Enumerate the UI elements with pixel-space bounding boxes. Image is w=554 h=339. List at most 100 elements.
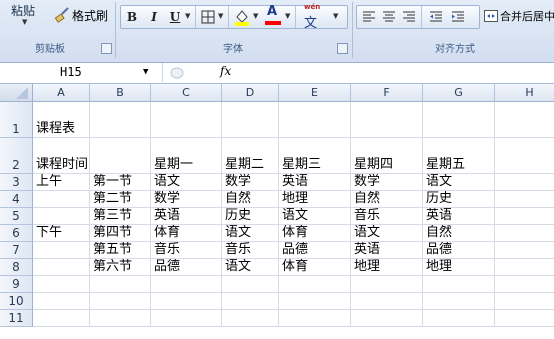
paste-button[interactable]: 粘贴 xyxy=(11,2,35,19)
cell-D9[interactable] xyxy=(222,276,279,293)
cell-B3[interactable]: 第一节 xyxy=(90,174,151,191)
cell-A3[interactable]: 上午 xyxy=(33,174,90,191)
column-header-C[interactable]: C xyxy=(151,84,222,102)
cell-E6[interactable]: 体育 xyxy=(279,225,351,242)
column-header-H[interactable]: H xyxy=(495,84,554,102)
cell-H3[interactable] xyxy=(495,174,554,191)
cell-F9[interactable] xyxy=(351,276,423,293)
cell-G9[interactable] xyxy=(423,276,495,293)
cell-B10[interactable] xyxy=(90,293,151,310)
align-center-icon[interactable] xyxy=(382,10,396,24)
column-header-A[interactable]: A xyxy=(33,84,90,102)
cell-D6[interactable]: 语文 xyxy=(222,225,279,242)
insert-function-button[interactable]: fx xyxy=(220,64,231,78)
row-header-6[interactable]: 6 xyxy=(0,225,33,242)
cell-H10[interactable] xyxy=(495,293,554,310)
row-header-2[interactable]: 2 xyxy=(0,138,33,174)
cell-A2[interactable]: 课程时间 xyxy=(33,138,90,174)
column-header-G[interactable]: G xyxy=(423,84,495,102)
cell-E3[interactable]: 英语 xyxy=(279,174,351,191)
paste-dropdown-icon[interactable]: ▼ xyxy=(22,18,27,26)
align-left-icon[interactable] xyxy=(362,10,376,24)
cell-C6[interactable]: 体育 xyxy=(151,225,222,242)
cell-H5[interactable] xyxy=(495,208,554,225)
cell-B8[interactable]: 第六节 xyxy=(90,259,151,276)
cell-G10[interactable] xyxy=(423,293,495,310)
cell-E1[interactable] xyxy=(279,102,351,138)
cell-G11[interactable] xyxy=(423,310,495,327)
cell-A11[interactable] xyxy=(33,310,90,327)
decrease-indent-icon[interactable] xyxy=(429,10,443,24)
formula-input[interactable] xyxy=(240,63,554,82)
font-dialog-launcher-icon[interactable] xyxy=(337,43,348,54)
bold-button[interactable]: B xyxy=(123,6,141,28)
cell-B5[interactable]: 第三节 xyxy=(90,208,151,225)
name-box[interactable]: H15 ▼ xyxy=(0,63,163,82)
cell-E4[interactable]: 地理 xyxy=(279,191,351,208)
cell-D10[interactable] xyxy=(222,293,279,310)
cell-C3[interactable]: 语文 xyxy=(151,174,222,191)
cell-D2[interactable]: 星期二 xyxy=(222,138,279,174)
cell-G1[interactable] xyxy=(423,102,495,138)
cell-G4[interactable]: 历史 xyxy=(423,191,495,208)
cell-G6[interactable]: 自然 xyxy=(423,225,495,242)
row-header-5[interactable]: 5 xyxy=(0,208,33,225)
select-all-corner[interactable] xyxy=(0,84,33,102)
fill-color-dropdown-icon[interactable]: ▼ xyxy=(253,12,258,20)
cell-G7[interactable]: 品德 xyxy=(423,242,495,259)
cell-B6[interactable]: 第四节 xyxy=(90,225,151,242)
cell-H7[interactable] xyxy=(495,242,554,259)
cell-F8[interactable]: 地理 xyxy=(351,259,423,276)
row-header-8[interactable]: 8 xyxy=(0,259,33,276)
cell-B7[interactable]: 第五节 xyxy=(90,242,151,259)
cell-C1[interactable] xyxy=(151,102,222,138)
cell-E5[interactable]: 语文 xyxy=(279,208,351,225)
row-header-3[interactable]: 3 xyxy=(0,174,33,191)
font-color-dropdown-icon[interactable]: ▼ xyxy=(285,12,290,20)
column-header-B[interactable]: B xyxy=(90,84,151,102)
cell-H11[interactable] xyxy=(495,310,554,327)
cell-G3[interactable]: 语文 xyxy=(423,174,495,191)
row-header-11[interactable]: 11 xyxy=(0,310,33,327)
cell-B2[interactable] xyxy=(90,138,151,174)
cell-H8[interactable] xyxy=(495,259,554,276)
cell-F10[interactable] xyxy=(351,293,423,310)
cell-H1[interactable] xyxy=(495,102,554,138)
cell-A5[interactable] xyxy=(33,208,90,225)
cell-C11[interactable] xyxy=(151,310,222,327)
cell-B11[interactable] xyxy=(90,310,151,327)
row-header-1[interactable]: 1 xyxy=(0,102,33,138)
cell-E11[interactable] xyxy=(279,310,351,327)
format-painter-button[interactable]: 格式刷 xyxy=(54,6,108,24)
phonetic-guide-button[interactable]: wén 文 xyxy=(301,3,329,31)
row-header-9[interactable]: 9 xyxy=(0,276,33,293)
cell-E9[interactable] xyxy=(279,276,351,293)
cell-D3[interactable]: 数学 xyxy=(222,174,279,191)
cell-A1[interactable]: 课程表 xyxy=(33,102,90,138)
cell-B4[interactable]: 第二节 xyxy=(90,191,151,208)
cell-D4[interactable]: 自然 xyxy=(222,191,279,208)
fill-color-icon[interactable] xyxy=(233,8,251,26)
cell-E7[interactable]: 品德 xyxy=(279,242,351,259)
cell-H2[interactable] xyxy=(495,138,554,174)
clipboard-dialog-launcher-icon[interactable] xyxy=(101,43,112,54)
cell-F11[interactable] xyxy=(351,310,423,327)
cell-A4[interactable] xyxy=(33,191,90,208)
cell-B1[interactable] xyxy=(90,102,151,138)
underline-button[interactable]: U xyxy=(167,6,183,28)
cell-A8[interactable] xyxy=(33,259,90,276)
cell-G5[interactable]: 英语 xyxy=(423,208,495,225)
cell-A10[interactable] xyxy=(33,293,90,310)
cell-C2[interactable]: 星期一 xyxy=(151,138,222,174)
cell-D5[interactable]: 历史 xyxy=(222,208,279,225)
cell-E10[interactable] xyxy=(279,293,351,310)
cell-F6[interactable]: 语文 xyxy=(351,225,423,242)
phonetic-dropdown-icon[interactable]: ▼ xyxy=(333,12,338,20)
cell-F4[interactable]: 自然 xyxy=(351,191,423,208)
cell-G2[interactable]: 星期五 xyxy=(423,138,495,174)
italic-button[interactable]: I xyxy=(145,6,163,28)
cell-D8[interactable]: 语文 xyxy=(222,259,279,276)
cell-B9[interactable] xyxy=(90,276,151,293)
row-header-4[interactable]: 4 xyxy=(0,191,33,208)
cell-H4[interactable] xyxy=(495,191,554,208)
